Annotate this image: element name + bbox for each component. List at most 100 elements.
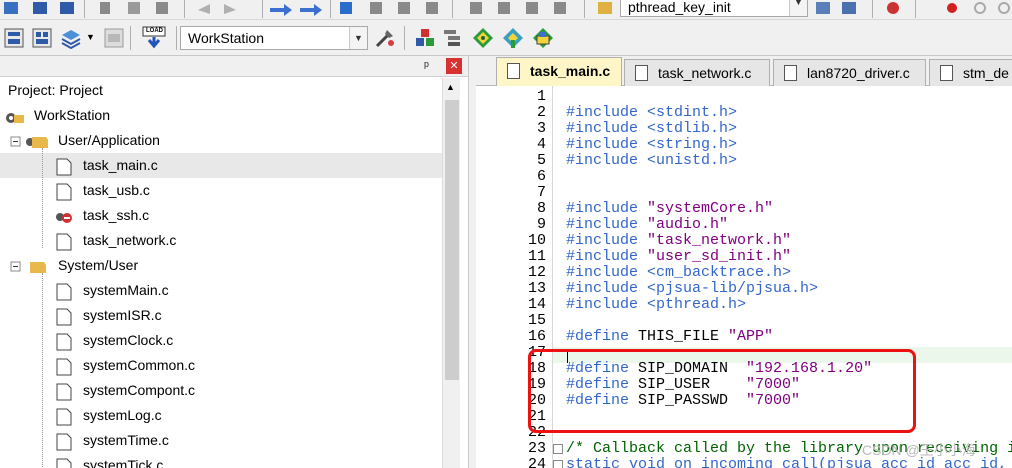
- tree-item-systemlog[interactable]: systemLog.c: [83, 403, 162, 428]
- chevron-down-icon[interactable]: ▼: [789, 0, 807, 16]
- panel-splitter[interactable]: [468, 56, 476, 468]
- tab-task-network[interactable]: task_network.c: [624, 59, 770, 86]
- project-scrollbar[interactable]: ▲: [442, 78, 460, 468]
- line-number: 7: [536, 184, 546, 201]
- tree-item-systemisr[interactable]: systemISR.c: [83, 303, 162, 328]
- line-number: 15: [527, 312, 546, 329]
- cut-icon: [100, 2, 110, 14]
- unindent-icon: [498, 2, 510, 14]
- toolbar-main: ▼ LOAD WorkStation ▼: [0, 20, 1012, 56]
- bookmark-next-icon: [398, 2, 410, 14]
- code-line: #include "audio.h": [566, 216, 729, 233]
- line-number: 10: [527, 232, 546, 249]
- code-line: #include <pthread.h>: [566, 296, 747, 313]
- line-number: 1: [536, 88, 546, 105]
- file-icon: [507, 63, 520, 79]
- undo-icon: [198, 4, 210, 14]
- tab-lan8720-driver[interactable]: lan8720_driver.c: [773, 59, 926, 86]
- code-line: #define THIS_FILE "APP": [566, 328, 774, 345]
- tree-item-systemclock[interactable]: systemClock.c: [83, 328, 173, 353]
- back-icon: [270, 4, 292, 16]
- save-all-icon: [60, 2, 74, 14]
- tree-item-systemcommon[interactable]: systemCommon.c: [83, 353, 195, 378]
- run-time-environment-icon[interactable]: [532, 27, 554, 49]
- tree-item-workstation[interactable]: WorkStation: [34, 103, 110, 128]
- tree-item-system-user[interactable]: System/User: [58, 253, 138, 278]
- pack-installer-icon[interactable]: [472, 27, 494, 49]
- build-icon[interactable]: [32, 28, 52, 48]
- fold-collapse-icon[interactable]: [553, 460, 563, 468]
- code-line: #include <string.h>: [566, 136, 738, 153]
- target-combo[interactable]: WorkStation ▼: [180, 26, 368, 50]
- tree-item-label: systemCompont.c: [83, 382, 196, 398]
- fold-collapse-icon[interactable]: [553, 444, 563, 454]
- scroll-up-icon[interactable]: ▲: [446, 82, 455, 92]
- c-file-icon: [56, 283, 72, 301]
- find-in-files-icon: [598, 2, 612, 14]
- manage-components-icon[interactable]: [414, 27, 436, 49]
- rebuild-icon[interactable]: [60, 27, 82, 49]
- comment-icon: [526, 2, 538, 14]
- tree-item-systemtime[interactable]: systemTime.c: [83, 428, 169, 453]
- tree-item-label: task_ssh.c: [83, 207, 150, 223]
- tab-task-main[interactable]: task_main.c: [496, 57, 622, 86]
- redo-icon: [224, 4, 236, 14]
- c-file-icon: [56, 433, 72, 451]
- line-number: 11: [527, 248, 546, 265]
- file-extensions-icon[interactable]: [442, 27, 464, 49]
- code-line: #include <stdlib.h>: [566, 120, 738, 137]
- bookmark-icon: [340, 2, 352, 14]
- breakpoint-icon: [947, 3, 957, 13]
- project-panel-titlebar: ᵖ ✕: [0, 56, 468, 77]
- chevron-down-icon[interactable]: ▼: [349, 27, 367, 49]
- paste-icon: [156, 2, 168, 14]
- function-combo-value: pthread_key_init: [628, 0, 731, 15]
- project-tree: Project: Project WorkStation User/Applic…: [0, 78, 442, 468]
- function-combo[interactable]: pthread_key_init ▼: [620, 0, 808, 17]
- tree-item-systemcompont[interactable]: systemCompont.c: [83, 378, 195, 403]
- c-file-icon: [56, 333, 72, 351]
- tree-item-label: task_main.c: [83, 157, 158, 173]
- line-number: 12: [527, 264, 546, 281]
- tree-item-systemmain[interactable]: systemMain.c: [83, 278, 169, 303]
- tree-item-label: systemClock.c: [83, 332, 174, 348]
- tree-item-label: systemISR.c: [83, 307, 162, 323]
- pin-icon[interactable]: ᵖ: [424, 58, 429, 73]
- tree-item-task-ssh[interactable]: task_ssh.c: [83, 203, 149, 228]
- highlight-annotation-box: [528, 349, 916, 433]
- save-icon: [33, 2, 47, 14]
- rebuild-dropdown-icon[interactable]: ▼: [86, 32, 95, 42]
- code-line: #include <cm_backtrace.h>: [566, 264, 792, 281]
- tree-item-label: task_network.c: [83, 232, 177, 248]
- translate-icon[interactable]: [4, 28, 24, 48]
- target-options-icon[interactable]: [374, 27, 396, 49]
- tree-item-user-application[interactable]: User/Application: [58, 128, 160, 153]
- select-software-packs-icon[interactable]: [502, 27, 524, 49]
- code-line: #include "systemCore.h": [566, 200, 774, 217]
- bookmark-clear-icon: [426, 2, 438, 14]
- tab-stm-de[interactable]: stm_de: [929, 59, 1012, 86]
- toolbar-top-icons: [4, 0, 1010, 18]
- line-number: 5: [536, 152, 546, 169]
- scrollbar-thumb[interactable]: [445, 100, 459, 380]
- file-icon: [940, 65, 953, 81]
- c-file-icon: [56, 158, 72, 176]
- c-file-icon: [56, 233, 72, 251]
- line-number: 24: [527, 456, 546, 468]
- file-icon: [635, 65, 648, 81]
- close-icon[interactable]: ✕: [446, 58, 462, 74]
- breakpoint-kill-icon: [998, 2, 1010, 14]
- tree-item-task-usb[interactable]: task_usb.c: [83, 178, 150, 203]
- file-icon: [784, 65, 797, 81]
- tree-item-systemtick[interactable]: systemTick.c: [83, 453, 163, 468]
- debug-icon: [887, 2, 899, 14]
- tree-item-task-main[interactable]: task_main.c: [83, 153, 158, 178]
- expand-group-icon[interactable]: [10, 259, 60, 275]
- stop-build-icon[interactable]: [104, 28, 124, 48]
- c-file-icon: [56, 308, 72, 326]
- editor-tab-bar: task_main.c task_network.c lan8720_drive…: [476, 56, 1012, 86]
- c-file-icon: [56, 183, 72, 201]
- breakpoint-disable-icon: [974, 2, 986, 14]
- line-number: 6: [536, 168, 546, 185]
- tree-item-task-network[interactable]: task_network.c: [83, 228, 176, 253]
